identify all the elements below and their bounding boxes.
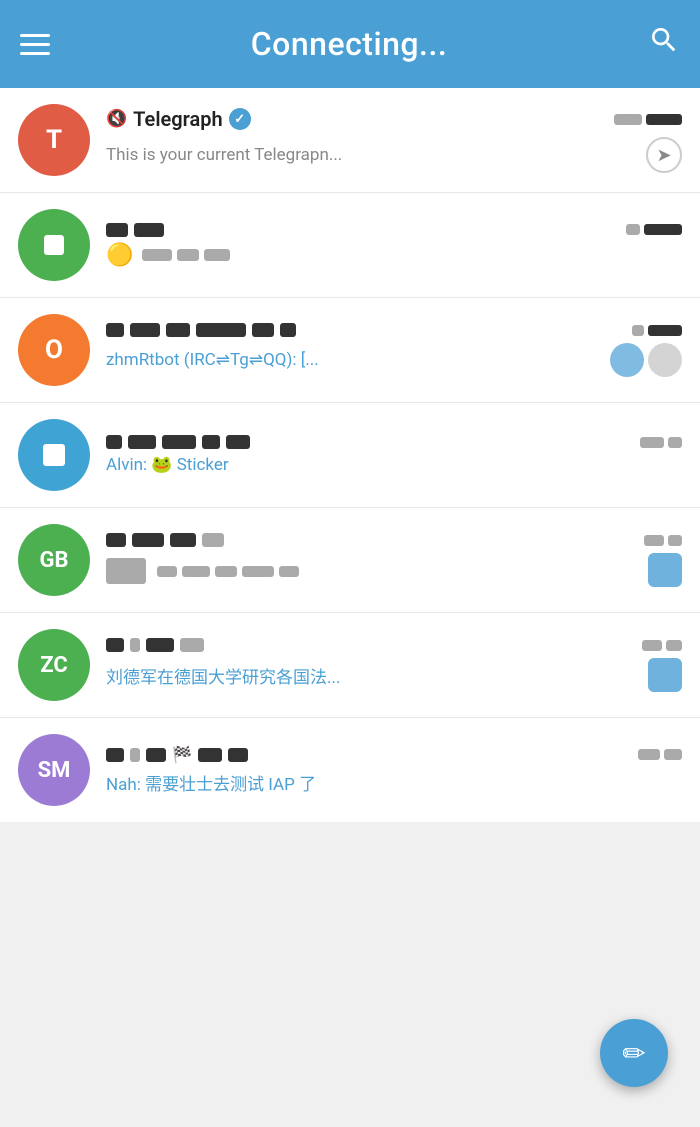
chat-header-7: 🏁 [106,745,682,764]
topbar: Connecting... [0,0,700,88]
avatar-5: GB [18,524,90,596]
badge-6 [648,658,682,692]
chat-content-3: zhmRtbot (IRC⇌Tg⇌QQ): [... [106,323,682,377]
avatar-telegraph: T [18,104,90,176]
chat-header: 🔇 Telegraph ✓ [106,107,682,131]
search-button[interactable] [648,24,680,64]
chat-header-6 [106,638,682,652]
right-section-telegraph [614,114,682,125]
chat-header-4 [106,435,682,449]
chat-item-2[interactable]: 🟡 [0,193,700,298]
chat-content-telegraph: 🔇 Telegraph ✓ This is your current Teleg… [106,107,682,173]
menu-button[interactable] [20,34,50,55]
avatar-6: ZC [18,629,90,701]
avatar-3: O [18,314,90,386]
chat-item-3[interactable]: O zhmRtbot (IRC⇌Tg⇌QQ): [... [0,298,700,403]
chat-name-telegraph: 🔇 Telegraph ✓ [106,107,251,131]
chat-header-5 [106,533,682,547]
chat-item-7[interactable]: SM 🏁 Nah: 需要壮士去测试 IAP 了 [0,718,700,822]
bot-icon [610,343,644,377]
chat-item-5[interactable]: GB [0,508,700,613]
chat-header-3 [106,323,682,337]
chat-preview-6: 刘德军在德国大学研究各国法... [106,663,340,688]
chat-item-6[interactable]: ZC 刘德军在德国大学研究各国法... [0,613,700,718]
avatar-4 [18,419,90,491]
chat-content-6: 刘德军在德国大学研究各国法... [106,638,682,692]
chat-list: T 🔇 Telegraph ✓ This is [0,88,700,822]
compose-icon: ✏ [622,1037,645,1070]
verified-badge: ✓ [229,108,251,130]
forward-icon: ➤ [646,137,682,173]
chat-preview-telegraph: This is your current Telegrapn... [106,145,342,165]
chat-content-5 [106,533,682,587]
chat-preview-7: Nah: 需要壮士去测试 IAP 了 [106,775,316,795]
chat-preview-3: zhmRtbot (IRC⇌Tg⇌QQ): [... [106,350,319,370]
chat-content-4: Alvin: 🐸 Sticker [106,435,682,475]
avatar-7: SM [18,734,90,806]
chat-content-7: 🏁 Nah: 需要壮士去测试 IAP 了 [106,745,682,795]
topbar-title: Connecting... [251,25,447,63]
mute-icon: 🔇 [106,109,127,129]
badge-5 [648,553,682,587]
chat-content-2: 🟡 [106,223,682,268]
chat-preview-4: Alvin: 🐸 Sticker [106,455,229,475]
compose-fab[interactable]: ✏ [600,1019,668,1087]
chat-item-telegraph[interactable]: T 🔇 Telegraph ✓ This is [0,88,700,193]
avatar-text: T [46,125,62,155]
avatar-2 [18,209,90,281]
chat-header-2 [106,223,682,237]
chat-item-4[interactable]: Alvin: 🐸 Sticker [0,403,700,508]
